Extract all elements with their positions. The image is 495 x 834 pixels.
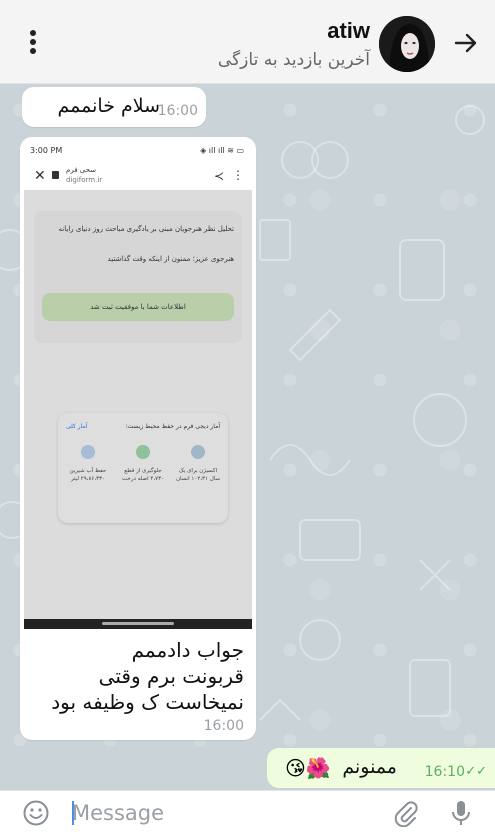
last-seen-status: آخرین بازدید به تازگی: [217, 50, 370, 70]
vertical-dots-icon-dot: [30, 48, 36, 54]
caption-line: نمیخاست ک وظیفه بود: [51, 690, 244, 714]
photo-lock-icon: [52, 171, 59, 179]
photo-page-url: digiform.ir: [66, 176, 103, 184]
attach-button[interactable]: [391, 799, 419, 828]
contact-avatar[interactable]: [379, 16, 435, 72]
photo-form-title: تحلیل نظر هنرجویان مبنی بر یادگیری مباحث…: [58, 225, 234, 233]
photo-nav-bar: [24, 619, 252, 629]
photo-stat-water-text: حفظ آب شیرین ۲۹،۸۶،۳۳۰ لیتر: [69, 468, 107, 482]
photo-stat-trees-text: جلوگیری از قطع ۴،۷۳۰ اصله درخت: [122, 468, 164, 482]
smiley-icon: [23, 800, 49, 826]
emoji-button[interactable]: [22, 799, 50, 827]
message-text: ممنونم: [342, 756, 397, 778]
more-options-button[interactable]: [26, 30, 40, 58]
photo-page-title: سحی فرم: [66, 166, 96, 174]
photo-stat-oxygen: اکسیژن برای یک سال ۱۰۲،۳۱ انسان: [174, 445, 222, 483]
photo-stat-water: حفظ آب شیرین ۲۹،۸۶،۳۳۰ لیتر: [64, 445, 112, 483]
photo-stat-trees: جلوگیری از قطع ۴،۷۳۰ اصله درخت: [119, 445, 167, 483]
photo-attachment[interactable]: 3:00 PM ◈ ıll ıll ≋ ▭ ✕ سحی فرم digiform…: [24, 141, 252, 629]
message-time: 16:10: [424, 764, 465, 780]
message-time: 16:00: [203, 718, 244, 734]
photo-caption: جواب دادممم قربونت برم وقتی نمیخاست ک وظ…: [34, 637, 244, 715]
vertical-dots-icon: [30, 30, 36, 36]
photo-menu-icon: ⋮: [232, 168, 244, 182]
photo-share-icon: ≺: [213, 169, 224, 183]
avatar-image: [379, 16, 435, 72]
photo-home-pill: [102, 622, 174, 625]
message-text: سلام خانممم: [57, 95, 161, 117]
photo-success-banner: اطلاعات شما با موفقیت ثبت شد: [42, 293, 234, 321]
chat-header: atiw آخرین بازدید به تازگی: [0, 0, 495, 84]
photo-stats-link: آمار کلی: [66, 423, 88, 430]
caption-line: قربونت برم وقتی: [98, 664, 244, 688]
microphone-icon: [452, 801, 470, 825]
caption-line: جواب دادممم: [131, 638, 244, 662]
message-composer: [0, 790, 495, 834]
photo-status-icons: ◈ ıll ıll ≋ ▭: [200, 146, 244, 155]
incoming-message[interactable]: سلام خانممم 16:00: [22, 87, 206, 127]
incoming-photo-message[interactable]: 3:00 PM ◈ ıll ıll ≋ ▭ ✕ سحی فرم digiform…: [20, 137, 256, 740]
photo-stat-oxygen-text: اکسیژن برای یک سال ۱۰۲،۳۱ انسان: [175, 468, 220, 482]
back-button[interactable]: [451, 28, 481, 58]
outgoing-message[interactable]: 😘🌺 ممنونم 16:10 ✓✓: [267, 748, 495, 788]
contact-name[interactable]: atiw: [327, 18, 370, 44]
photo-status-time: 3:00 PM: [30, 146, 63, 155]
photo-browser-bar: ✕ سحی فرم digiform.ir ≺ ⋮: [24, 163, 252, 191]
message-time: 16:00: [157, 103, 198, 119]
paperclip-icon: [394, 801, 418, 828]
voice-message-button[interactable]: [449, 799, 473, 827]
photo-form-thanks: هنرجوی عزیز؛ ممنون از اینکه وقت گذاشتید: [107, 255, 234, 263]
photo-stats-title: آمار دیجی فرم در حفظ محیط زیست:: [125, 423, 220, 430]
photo-close-icon: ✕: [34, 168, 46, 184]
read-receipt-icon: ✓✓: [465, 764, 487, 779]
arrow-right-icon: [454, 33, 477, 53]
vertical-dots-icon-dot: [30, 39, 36, 45]
cloud-icon: [191, 445, 205, 459]
photo-status-bar: 3:00 PM ◈ ıll ıll ≋ ▭: [24, 141, 252, 163]
message-emoji: 😘🌺: [285, 756, 331, 780]
photo-stats-card: آمار دیجی فرم در حفظ محیط زیست: آمار کلی…: [58, 413, 228, 523]
water-bottle-icon: [81, 445, 95, 459]
photo-form-card: تحلیل نظر هنرجویان مبنی بر یادگیری مباحث…: [34, 211, 242, 343]
message-input[interactable]: [72, 797, 372, 829]
tree-icon: [136, 445, 150, 459]
